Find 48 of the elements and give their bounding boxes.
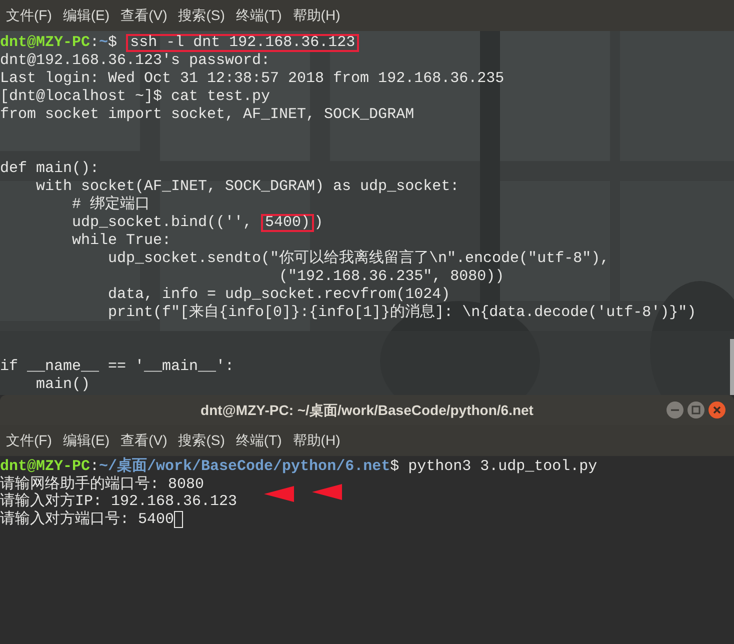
terminal-text: 5400) xyxy=(261,214,314,232)
terminal-text: : xyxy=(90,458,100,476)
terminal-text: ("192.168.36.235", 8080)) xyxy=(278,268,504,286)
terminal-text: if __name__ == '__main__': xyxy=(0,358,234,376)
menu-item[interactable]: 搜索(S) xyxy=(178,5,225,26)
prompt-path: ~/桌面/work/BaseCode/python/6.net xyxy=(99,458,390,476)
maximize-button[interactable] xyxy=(687,401,705,419)
menu-item[interactable]: 编辑(E) xyxy=(62,430,110,451)
terminal-text: def main(): xyxy=(0,160,100,178)
prompt-user: dnt@MZY-PC xyxy=(0,458,90,476)
terminal-text: 请输网络助手的端口号: 8080 xyxy=(0,476,204,493)
terminal-text: : xyxy=(90,34,100,52)
menu-item[interactable]: 搜索(S) xyxy=(178,430,225,451)
prompt-path: ~ xyxy=(99,34,108,52)
terminal-text: with socket(AF_INET, SOCK_DGRAM) as udp_socket: xyxy=(35,178,460,195)
terminal-text: main() xyxy=(35,376,90,394)
menu-item[interactable]: 文件(F) xyxy=(6,430,52,451)
scrollbar[interactable] xyxy=(730,339,734,395)
terminal-text: $ python3 3.udp_tool.py xyxy=(390,458,598,476)
terminal-text: # 绑定端口 xyxy=(71,196,150,214)
terminal-text: data, info = udp_socket.recvfrom(1024) xyxy=(107,286,450,304)
menu-item[interactable]: 终端(T) xyxy=(236,430,282,451)
terminal-text: dnt@192.168.36.123's password: xyxy=(0,52,270,70)
arrow-icon xyxy=(312,484,342,500)
menu-item[interactable]: 终端(T) xyxy=(236,5,282,26)
terminal-text: ssh -l dnt 192.168.36.123 xyxy=(126,34,360,52)
menu-item[interactable]: 帮助(H) xyxy=(292,430,340,451)
terminal-text: from socket import socket, AF_INET, SOCK_DGRAM xyxy=(0,106,414,124)
menu-item[interactable]: 查看(V) xyxy=(120,5,168,26)
terminal-text: ) xyxy=(314,214,324,232)
window-title: dnt@MZY-PC: ~/桌面/work/BaseCode/python/6.net xyxy=(200,400,534,420)
minimize-button[interactable] xyxy=(666,401,684,419)
menu-item[interactable]: 帮助(H) xyxy=(292,5,340,26)
arrow-icon xyxy=(264,486,294,502)
close-button[interactable] xyxy=(708,401,726,419)
terminal-text: [dnt@localhost ~]$ cat test.py xyxy=(0,88,270,106)
prompt-user: dnt@MZY-PC xyxy=(0,34,90,52)
terminal-text: while True: xyxy=(71,232,172,250)
terminal-text: print(f"[来自{info[0]}:{info[1]}的消息]: \n{data.decode('utf-8')}") xyxy=(107,304,696,322)
terminal-text: 请输入对方端口号: 5400 xyxy=(0,510,174,528)
menu-item[interactable]: 编辑(E) xyxy=(62,5,110,26)
menu-item[interactable]: 查看(V) xyxy=(120,430,168,451)
terminal-text: 请输入对方IP: 192.168.36.123 xyxy=(0,493,238,510)
terminal-text: udp_socket.bind(('', xyxy=(71,214,254,232)
terminal-text: udp_socket.sendto("你可以给我离线留言了\n".encode("utf-8"), xyxy=(107,250,610,268)
menu-item[interactable]: 文件(F) xyxy=(6,5,52,26)
terminal-text: $ xyxy=(108,34,118,52)
terminal-text: Last login: Wed Oct 31 12:38:57 2018 from 192.168.36.235 xyxy=(0,70,504,88)
